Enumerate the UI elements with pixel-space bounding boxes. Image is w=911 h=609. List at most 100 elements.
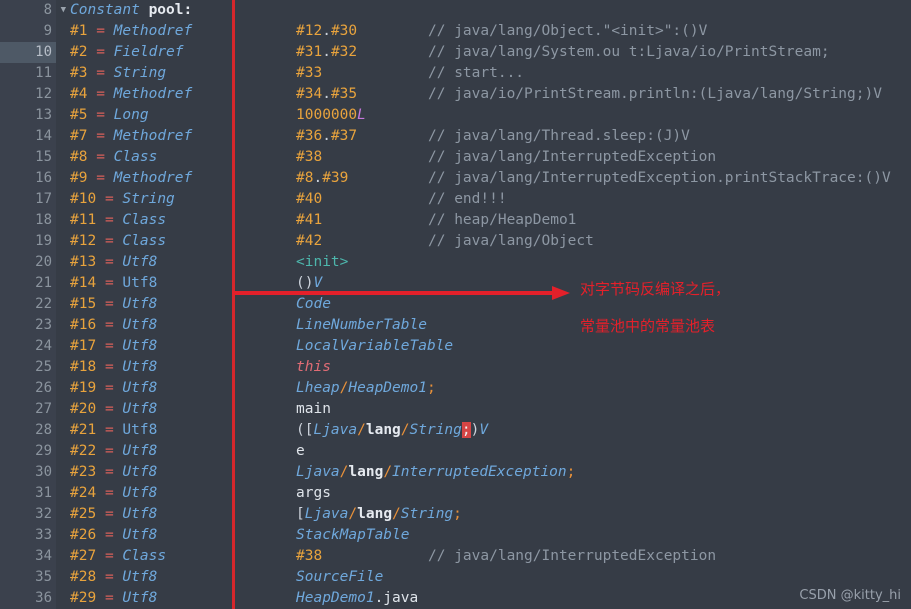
code-content-area[interactable]: Constant pool: #1 = Methodref #12.#30// ja… xyxy=(56,0,911,609)
desc-pkg: lang xyxy=(348,464,384,480)
constant-value: [Ljava/lang/String; xyxy=(296,504,462,525)
annotation-vertical-line xyxy=(232,0,235,609)
gutter-line-number[interactable]: 14 xyxy=(0,126,56,147)
attribute-name: LineNumberTable xyxy=(296,317,427,333)
gutter-line-number[interactable]: 17 xyxy=(0,189,56,210)
constant-comment: // java/lang/InterruptedException.printS… xyxy=(428,170,891,186)
code-line[interactable]: #10 = String #40 // end!!! xyxy=(56,189,911,210)
constant-index: #8 xyxy=(70,149,88,165)
gutter-line-number[interactable]: 23 xyxy=(0,315,56,336)
constant-index: #7 xyxy=(70,128,88,144)
code-line[interactable]: #3 = String #33 // start... xyxy=(56,63,911,84)
gutter-line-number[interactable]: 22 xyxy=(0,294,56,315)
code-line[interactable]: #17 = Utf8 LocalVariableTable xyxy=(56,336,911,357)
code-line[interactable]: #12 = Class #42 // java/lang/Object xyxy=(56,231,911,252)
gutter-line-number[interactable]: 9 xyxy=(0,21,56,42)
constant-index: #18 xyxy=(70,359,97,375)
gutter-line-number[interactable]: 35 xyxy=(0,567,56,588)
gutter-line-number[interactable]: 19 xyxy=(0,231,56,252)
gutter-line-number[interactable]: 21 xyxy=(0,273,56,294)
constant-type: Class xyxy=(122,233,167,249)
code-line[interactable]: #29 = Utf8 HeapDemo1.java xyxy=(56,588,911,609)
gutter-line-number[interactable]: 36 xyxy=(0,588,56,609)
constant-entry: #1 = Methodref xyxy=(70,21,192,42)
constant-value: 1000000L xyxy=(296,105,366,126)
constant-entry: #17 = Utf8 xyxy=(70,336,157,357)
constant-index: #15 xyxy=(70,296,97,312)
code-line[interactable]: #7 = Methodref #36.#37 // java/lang/Thread… xyxy=(56,126,911,147)
constant-ref: #36 xyxy=(296,128,323,144)
gutter-line-number[interactable]: 33 xyxy=(0,525,56,546)
gutter-line-number[interactable]: 18 xyxy=(0,210,56,231)
sp xyxy=(87,44,96,60)
constant-entry: #14 = Utf8 xyxy=(70,273,157,294)
gutter-line-number[interactable]: 34 xyxy=(0,546,56,567)
code-line[interactable]: Constant pool: xyxy=(56,0,911,21)
constant-entry: #2 = Fieldref xyxy=(70,42,184,63)
code-line[interactable]: #26 = Utf8 StackMapTable xyxy=(56,525,911,546)
code-line[interactable]: #4 = Methodref #34.#35 // java/io/PrintStr… xyxy=(56,84,911,105)
code-editor: 8 ▼ 9 10 11 12 13 14 15 16 17 18 19 20 21 22 23 24 25 26 27 2… xyxy=(0,0,911,609)
gutter-line-number[interactable]: 20 xyxy=(0,252,56,273)
sp xyxy=(87,65,96,81)
code-line[interactable]: #18 = Utf8 this xyxy=(56,357,911,378)
code-line[interactable]: #23 = Utf8 Ljava/lang/InterruptedExceptio… xyxy=(56,462,911,483)
equals-sign: = xyxy=(104,590,114,606)
desc-part: Ljava xyxy=(296,464,340,480)
gutter-line-number[interactable]: 27 xyxy=(0,399,56,420)
code-line[interactable]: #20 = Utf8 main xyxy=(56,399,911,420)
code-line[interactable]: #27 = Class #38 // java/lang/InterruptedEx… xyxy=(56,546,911,567)
gutter-line-number[interactable]: 12 xyxy=(0,84,56,105)
gutter-line-number[interactable]: 29 xyxy=(0,441,56,462)
constant-entry: #16 = Utf8 xyxy=(70,315,157,336)
attribute-name: SourceFile xyxy=(296,569,384,585)
sp xyxy=(96,317,105,333)
code-line[interactable]: #1 = Methodref #12.#30 // java/lang/Object… xyxy=(56,21,911,42)
line-number-gutter[interactable]: 8 ▼ 9 10 11 12 13 14 15 16 17 18 19 20 21 22 23 24 25 26 27 2… xyxy=(0,0,66,609)
gutter-line-number[interactable]: 28 xyxy=(0,420,56,441)
code-line[interactable]: #5 = Long 1000000L xyxy=(56,105,911,126)
arrow-head-icon xyxy=(552,286,570,300)
code-line[interactable]: #16 = Utf8 LineNumberTable xyxy=(56,315,911,336)
constant-ref: #33 xyxy=(296,65,323,81)
code-line[interactable]: #21 = Utf8 ([Ljava/lang/String;)V xyxy=(56,420,911,441)
code-line[interactable]: #28 = Utf8 SourceFile xyxy=(56,567,911,588)
code-line[interactable]: #24 = Utf8 args xyxy=(56,483,911,504)
fold-caret-icon[interactable]: ▼ xyxy=(54,0,66,21)
gutter-line-number[interactable]: 8 ▼ xyxy=(0,0,66,21)
code-line[interactable]: #19 = Utf8 Lheap/HeapDemo1; xyxy=(56,378,911,399)
gutter-line-number[interactable]: 10 xyxy=(0,42,56,63)
gutter-line-number[interactable]: 30 xyxy=(0,462,56,483)
constant-value: this xyxy=(296,357,331,378)
gutter-line-number[interactable]: 32 xyxy=(0,504,56,525)
gutter-line-number[interactable]: 11 xyxy=(0,63,56,84)
code-line[interactable]: #13 = Utf8 <init> xyxy=(56,252,911,273)
gutter-line-number[interactable]: 13 xyxy=(0,105,56,126)
gutter-line-number[interactable]: 24 xyxy=(0,336,56,357)
constant-type: Utf8 xyxy=(122,569,158,585)
code-line[interactable]: #22 = Utf8 e xyxy=(56,441,911,462)
gutter-line-number[interactable]: 31 xyxy=(0,483,56,504)
long-value: 1000000 xyxy=(296,107,358,123)
constant-entry: #5 = Long xyxy=(70,105,149,126)
gutter-line-number[interactable]: 26 xyxy=(0,378,56,399)
code-line[interactable]: #25 = Utf8 [Ljava/lang/String; xyxy=(56,504,911,525)
gutter-line-number[interactable]: 15 xyxy=(0,147,56,168)
constant-type: Utf8 xyxy=(122,296,158,312)
code-line[interactable]: #8 = Class #38 // java/lang/InterruptedExc… xyxy=(56,147,911,168)
constant-entry: #13 = Utf8 xyxy=(70,252,157,273)
sp xyxy=(96,506,105,522)
sp xyxy=(96,233,105,249)
semicolon: ; xyxy=(426,380,436,396)
constant-index: #20 xyxy=(70,401,97,417)
code-line[interactable]: #2 = Fieldref #31.#32 // java/lang/System.… xyxy=(56,42,911,63)
gutter-line-number[interactable]: 25 xyxy=(0,357,56,378)
code-line[interactable]: #9 = Methodref #8.#39 // java/lang/Interru… xyxy=(56,168,911,189)
constant-ref: #37 xyxy=(330,128,358,144)
constant-entry: #19 = Utf8 xyxy=(70,378,157,399)
gutter-line-number[interactable]: 16 xyxy=(0,168,56,189)
constant-index: #22 xyxy=(70,443,97,459)
equals-sign: = xyxy=(104,548,114,564)
code-line[interactable]: #11 = Class #41 // heap/HeapDemo1 xyxy=(56,210,911,231)
constant-index: #21 xyxy=(70,422,97,438)
